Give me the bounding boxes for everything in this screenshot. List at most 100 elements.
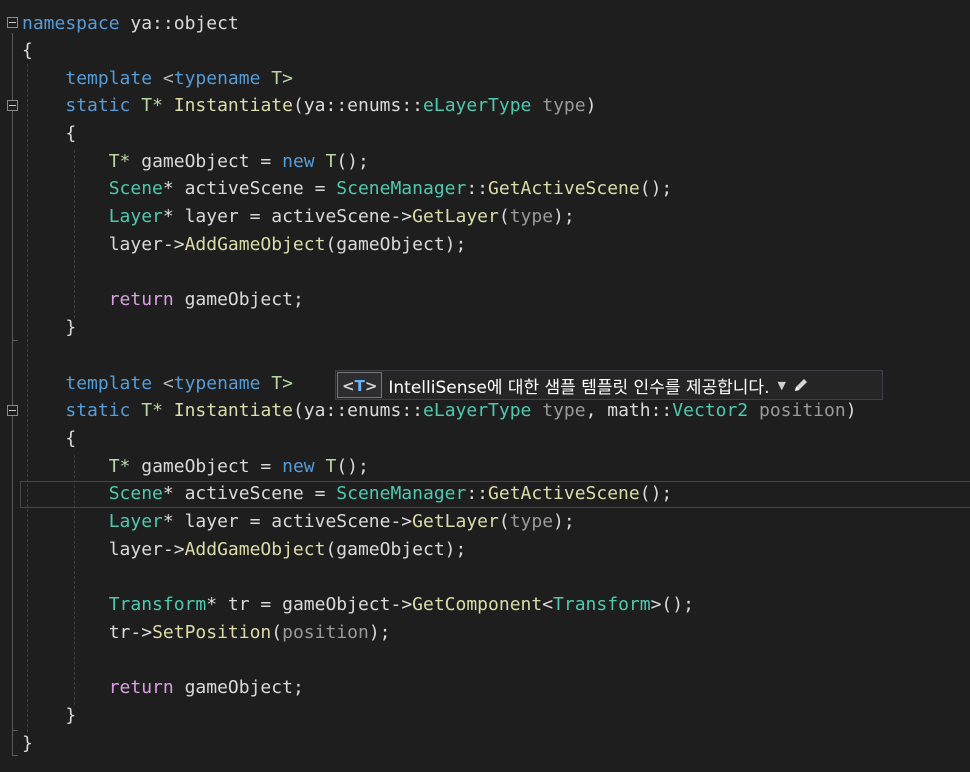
- function-call: AddGameObject: [184, 539, 326, 560]
- function-1-outline: [12, 118, 13, 340]
- close-paren: ): [585, 95, 597, 116]
- code-line-27[interactable]: }: [22, 730, 33, 758]
- ctor-call: ();: [336, 456, 369, 477]
- code-line-12[interactable]: }: [22, 314, 76, 342]
- function-name: Instantiate: [173, 400, 293, 421]
- return-value: gameObject;: [173, 677, 304, 698]
- keyword-return: return: [108, 677, 174, 698]
- type-scene: Scene: [108, 483, 163, 504]
- function-1-outline-end: [12, 340, 18, 341]
- enum-type: eLayerType: [423, 95, 532, 116]
- close-semi: );: [444, 539, 467, 560]
- keyword-new: new: [282, 151, 315, 172]
- collapse-function-2-icon[interactable]: [7, 405, 18, 416]
- scope-op: ::: [466, 178, 489, 199]
- type-transform: Transform: [553, 594, 651, 615]
- collapse-function-1-icon[interactable]: [7, 100, 18, 111]
- open-paren: (: [325, 539, 337, 560]
- code-line-8[interactable]: Layer* layer = activeScene->GetLayer(typ…: [22, 203, 575, 231]
- close-brace: }: [65, 705, 77, 726]
- code-line-6[interactable]: T* gameObject = new T();: [22, 148, 369, 176]
- triangle-down-icon[interactable]: ▼: [777, 379, 785, 392]
- var-decl: * activeScene =: [162, 178, 337, 199]
- code-line-17[interactable]: T* gameObject = new T();: [22, 453, 369, 481]
- open-paren: (: [498, 206, 510, 227]
- return-type: T*: [130, 95, 163, 116]
- code-line-15[interactable]: static T* Instantiate(ya::enums::eLayerT…: [22, 397, 856, 425]
- intellisense-hint-text: IntelliSense에 대한 샘플 템플릿 인수를 제공합니다.: [388, 377, 770, 398]
- intellisense-template-bar[interactable]: <T> IntelliSense에 대한 샘플 템플릿 인수를 제공합니다. ▼: [335, 370, 883, 400]
- scope-op: ::: [466, 483, 489, 504]
- badge-T: T: [354, 377, 365, 395]
- code-line-16[interactable]: {: [22, 425, 76, 453]
- close-semi: );: [368, 622, 391, 643]
- code-line-14[interactable]: template <typename T>: [22, 370, 293, 398]
- code-line-5[interactable]: {: [22, 120, 76, 148]
- keyword-return: return: [108, 289, 174, 310]
- var-decl: * activeScene =: [162, 483, 337, 504]
- keyword-typename: typename: [173, 373, 261, 394]
- return-value: gameObject;: [173, 289, 304, 310]
- var-ref: layer->: [108, 234, 185, 255]
- code-line-2[interactable]: {: [22, 37, 33, 65]
- close-semi: );: [444, 234, 467, 255]
- collapse-namespace-icon[interactable]: [7, 17, 18, 28]
- code-line-1[interactable]: namespace ya::object: [22, 10, 239, 38]
- code-line-4[interactable]: static T* Instantiate(ya::enums::eLayerT…: [22, 92, 596, 120]
- function-2-outline: [12, 422, 13, 730]
- type-scenemanager: SceneManager: [336, 178, 467, 199]
- code-line-7[interactable]: Scene* activeScene = SceneManager::GetAc…: [22, 175, 673, 203]
- var-decl: * layer = activeScene->: [162, 206, 413, 227]
- keyword-static: static: [65, 400, 131, 421]
- function-call: AddGameObject: [184, 234, 326, 255]
- namespace-qualifier: (ya::enums::: [292, 400, 424, 421]
- type-scenemanager: SceneManager: [336, 483, 467, 504]
- type-layer: Layer: [108, 206, 163, 227]
- code-line-19[interactable]: Layer* layer = activeScene->GetLayer(typ…: [22, 508, 575, 536]
- type-vector2: Vector2: [672, 400, 749, 421]
- code-line-3[interactable]: template <typename T>: [22, 65, 293, 93]
- code-line-26[interactable]: }: [22, 702, 76, 730]
- call-end: >();: [650, 594, 694, 615]
- badge-gt: >: [364, 377, 378, 395]
- template-param-badge[interactable]: <T>: [337, 372, 383, 398]
- code-line-20[interactable]: layer->AddGameObject(gameObject);: [22, 536, 467, 564]
- type-T: T: [314, 151, 337, 172]
- keyword-template: template: [65, 68, 153, 89]
- function-2-outline-end: [12, 730, 18, 731]
- open-brace: {: [65, 428, 77, 449]
- function-call: GetActiveScene: [488, 483, 640, 504]
- return-type: T*: [130, 400, 163, 421]
- code-line-18[interactable]: Scene* activeScene = SceneManager::GetAc…: [22, 480, 673, 508]
- var-decl: gameObject =: [130, 151, 283, 172]
- code-line-22[interactable]: Transform* tr = gameObject->GetComponent…: [22, 591, 694, 619]
- pencil-icon[interactable]: [792, 376, 810, 394]
- function-call: GetComponent: [412, 594, 543, 615]
- var-decl: gameObject =: [130, 456, 283, 477]
- code-editor[interactable]: namespace ya::object { template <typenam…: [0, 0, 970, 772]
- namespace-outline-end: [12, 755, 18, 756]
- keyword-typename: typename: [173, 68, 261, 89]
- var-decl: * layer = activeScene->: [162, 511, 413, 532]
- template-param: T>: [260, 68, 293, 89]
- code-line-11[interactable]: return gameObject;: [22, 286, 304, 314]
- namespace-qualifier: (ya::enums::: [292, 95, 424, 116]
- code-line-9[interactable]: layer->AddGameObject(gameObject);: [22, 231, 467, 259]
- badge-lt: <: [342, 377, 355, 395]
- code-line-23[interactable]: tr->SetPosition(position);: [22, 619, 391, 647]
- open-brace: {: [65, 123, 77, 144]
- param-ref: type: [509, 206, 554, 227]
- namespace-name: ya::object: [119, 13, 239, 34]
- open-brace: {: [22, 40, 33, 61]
- type-transform: Transform: [108, 594, 207, 615]
- param-position: position: [748, 400, 846, 421]
- keyword-static: static: [65, 95, 131, 116]
- param-type: type: [531, 95, 586, 116]
- function-name: Instantiate: [173, 95, 293, 116]
- open-paren: (: [498, 511, 510, 532]
- code-line-25[interactable]: return gameObject;: [22, 674, 304, 702]
- call-end: ();: [639, 178, 673, 199]
- function-call: GetActiveScene: [488, 178, 640, 199]
- type-T: T: [314, 456, 337, 477]
- open-paren: (: [271, 622, 283, 643]
